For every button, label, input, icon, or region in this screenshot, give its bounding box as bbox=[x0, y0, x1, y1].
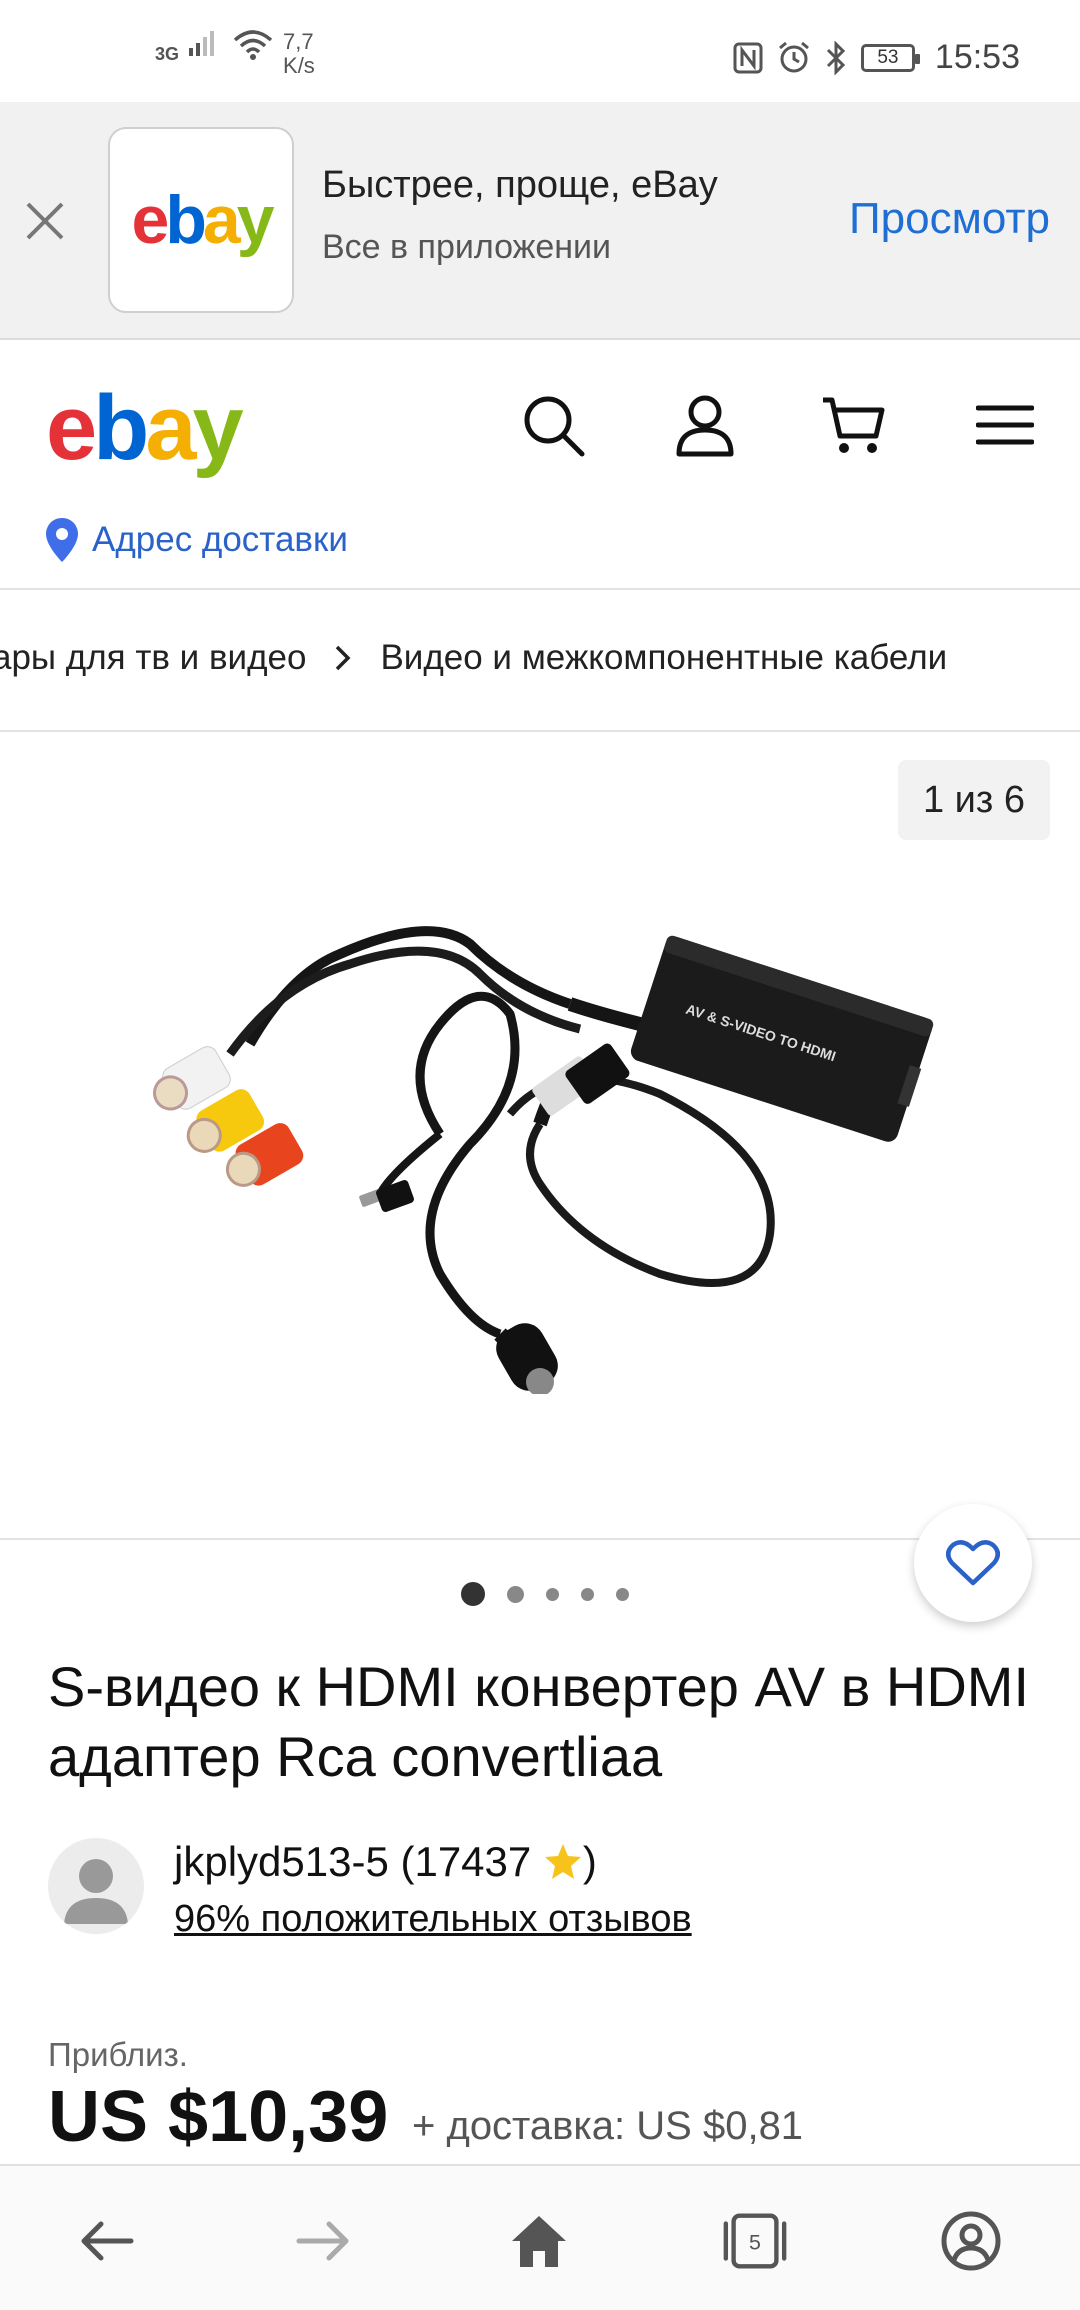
clock: 15:53 bbox=[934, 38, 1020, 76]
pagination-dot[interactable] bbox=[616, 1587, 629, 1601]
ebay-app-logo: ebay bbox=[108, 127, 294, 313]
gallery-pagination bbox=[0, 1582, 1080, 1606]
logo-e: e bbox=[46, 377, 97, 479]
arrow-left-icon bbox=[81, 2221, 134, 2261]
search-button[interactable] bbox=[518, 390, 588, 460]
status-bar: 3G 7,7 K/s 53 15:53 bbox=[0, 0, 1080, 102]
image-gallery[interactable]: 1 из 6 AV & S-VIDEO TO HDMI bbox=[0, 734, 1080, 1622]
price-approx-label: Приблиз. bbox=[48, 2036, 188, 2073]
search-icon bbox=[524, 396, 585, 457]
seller-feedback-link[interactable]: 96% положительных отзывов bbox=[174, 1898, 692, 1941]
app-install-banner: ebay Быстрее, проще, eBay Все в приложен… bbox=[0, 102, 1080, 340]
ebay-logo[interactable]: ebay bbox=[46, 376, 244, 481]
battery-icon: 53 bbox=[860, 43, 920, 72]
nfc-icon bbox=[733, 42, 763, 73]
image-counter: 1 из 6 bbox=[898, 760, 1050, 840]
logo-b: b bbox=[93, 377, 149, 479]
close-icon bbox=[26, 202, 64, 240]
breadcrumb: ары для тв и видео Видео и межкомпонентн… bbox=[0, 592, 1080, 732]
heart-icon bbox=[946, 1540, 1000, 1586]
banner-title: Быстрее, проще, eBay bbox=[322, 164, 718, 206]
ebay-app-logo-text: ebay bbox=[131, 181, 275, 259]
speed-unit: K/s bbox=[283, 53, 315, 78]
arrow-right-icon bbox=[296, 2221, 349, 2261]
logo-y: y bbox=[236, 182, 275, 258]
back-button[interactable] bbox=[72, 2206, 142, 2276]
delivery-address-link[interactable]: Адрес доставки bbox=[44, 516, 348, 564]
bluetooth-icon bbox=[826, 40, 846, 75]
chevron-right-icon bbox=[336, 645, 351, 671]
wifi-icon bbox=[233, 30, 273, 60]
logo-b: b bbox=[165, 182, 206, 258]
seller-name-close: ) bbox=[582, 1838, 597, 1885]
tabs-button[interactable]: 5 bbox=[720, 2206, 790, 2276]
logo-e: e bbox=[131, 182, 169, 258]
network-speed: 7,7 K/s bbox=[283, 30, 315, 78]
logo-y: y bbox=[192, 377, 244, 479]
seller-name[interactable]: jkplyd513-5 (17437 ) bbox=[174, 1838, 597, 1886]
account-button[interactable] bbox=[670, 390, 740, 460]
location-pin-icon bbox=[46, 518, 78, 562]
network-type: 3G bbox=[155, 44, 180, 64]
status-left: 3G 7,7 K/s bbox=[155, 30, 315, 78]
seller-name-text: jkplyd513-5 (17437 bbox=[174, 1838, 532, 1885]
speed-value: 7,7 bbox=[283, 29, 314, 54]
hamburger-icon bbox=[976, 405, 1034, 445]
delivery-address-label: Адрес доставки bbox=[92, 520, 348, 559]
signal-icon bbox=[189, 31, 215, 56]
banner-subtitle: Все в приложении bbox=[322, 228, 612, 266]
breadcrumb-item[interactable]: Видео и межкомпонентные кабели bbox=[380, 638, 947, 678]
avatar-placeholder-icon bbox=[64, 1859, 128, 1924]
price: US $10,39 bbox=[48, 2077, 389, 2157]
alarm-icon bbox=[778, 41, 809, 72]
menu-button[interactable] bbox=[970, 390, 1040, 460]
product-title: S-видео к HDMI конвертер AV в HDMI адапт… bbox=[48, 1655, 1030, 1788]
cart-icon bbox=[823, 397, 885, 453]
pagination-dot[interactable] bbox=[507, 1585, 524, 1603]
profile-icon bbox=[941, 2211, 1001, 2271]
cart-button[interactable] bbox=[818, 390, 888, 460]
star-icon bbox=[544, 1844, 581, 1879]
shipping-cost: + доставка: US $0,81 bbox=[412, 2104, 804, 2148]
status-right: 53 15:53 bbox=[733, 38, 1020, 77]
forward-button[interactable] bbox=[288, 2206, 358, 2276]
home-button[interactable] bbox=[504, 2206, 574, 2276]
close-banner-button[interactable] bbox=[18, 194, 72, 248]
profile-button[interactable] bbox=[936, 2206, 1006, 2276]
pagination-dot[interactable] bbox=[546, 1587, 559, 1601]
user-icon bbox=[676, 395, 734, 457]
breadcrumb-item[interactable]: ары для тв и видео bbox=[0, 638, 306, 678]
tabs-icon: 5 bbox=[723, 2213, 787, 2269]
site-header: ebay Адрес доставки bbox=[0, 340, 1080, 590]
home-icon bbox=[512, 2216, 566, 2267]
product-image[interactable]: AV & S-VIDEO TO HDMI bbox=[140, 854, 940, 1394]
seller-info: jkplyd513-5 (17437 ) 96% положительных о… bbox=[48, 1838, 1048, 1941]
seller-avatar[interactable] bbox=[48, 1838, 144, 1934]
view-in-app-button[interactable]: Просмотр bbox=[849, 194, 1050, 244]
logo-a: a bbox=[202, 182, 241, 258]
pagination-dot-active[interactable] bbox=[461, 1582, 485, 1606]
battery-level: 53 bbox=[877, 46, 899, 68]
browser-bottom-nav: 5 bbox=[0, 2164, 1080, 2310]
tabs-count: 5 bbox=[749, 2231, 761, 2255]
logo-a: a bbox=[145, 377, 196, 479]
pagination-dot[interactable] bbox=[581, 1587, 594, 1601]
